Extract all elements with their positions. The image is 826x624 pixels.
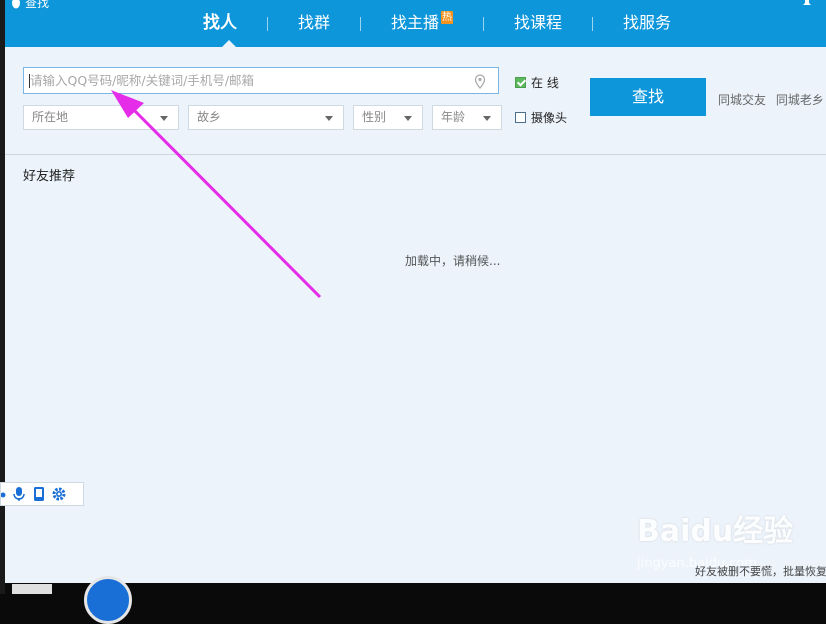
taskbar-grid-icon[interactable]: [12, 584, 52, 594]
annotation-arrow-shaft: [122, 98, 322, 299]
annotation-arrow-layer: [111, 90, 322, 299]
taskbar-app-icon[interactable]: [84, 576, 132, 624]
